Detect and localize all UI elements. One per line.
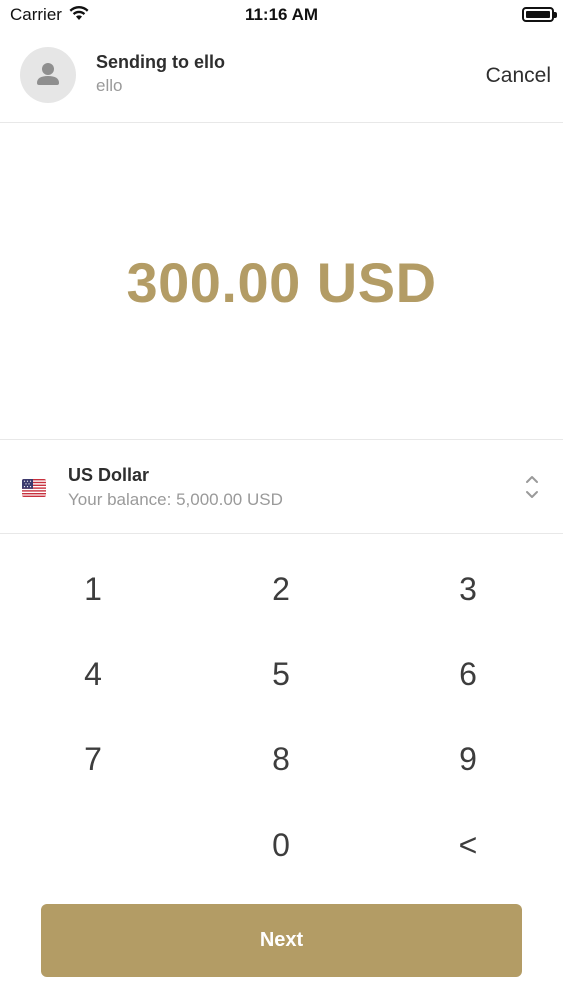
us-flag-icon (22, 479, 46, 497)
amount-display-area: 300.00 USD (0, 124, 563, 440)
key-9[interactable]: 9 (408, 724, 528, 794)
amount-value: 300.00 USD (126, 251, 437, 314)
person-icon (37, 63, 59, 85)
clock: 11:16 AM (244, 5, 319, 24)
battery-icon (522, 7, 557, 22)
currency-selector[interactable]: US Dollar Your balance: 5,000.00 USD (0, 441, 563, 534)
currency-name: US Dollar (68, 465, 150, 485)
key-0[interactable]: 0 (221, 810, 341, 880)
key-2[interactable]: 2 (221, 554, 341, 624)
backspace-key[interactable]: < (408, 810, 528, 880)
recipient-header: Sending to ello ello Cancel (0, 30, 563, 123)
key-4[interactable]: 4 (33, 639, 153, 709)
next-button[interactable]: Next (41, 904, 522, 977)
key-1[interactable]: 1 (33, 554, 153, 624)
status-bar: Carrier 11:16 AM (0, 0, 563, 30)
numeric-keypad: 1 2 3 4 5 6 7 8 9 0 < (0, 545, 563, 890)
cancel-button[interactable]: Cancel (486, 64, 551, 88)
key-7[interactable]: 7 (33, 724, 153, 794)
key-8[interactable]: 8 (221, 724, 341, 794)
recipient-title: Sending to ello (96, 52, 225, 72)
balance-label: Your balance: 5,000.00 USD (68, 490, 283, 509)
avatar (20, 47, 76, 103)
key-6[interactable]: 6 (408, 639, 528, 709)
key-3[interactable]: 3 (408, 554, 528, 624)
key-5[interactable]: 5 (221, 639, 341, 709)
chevron-up-down-icon (525, 473, 539, 506)
recipient-username: ello (96, 76, 123, 95)
